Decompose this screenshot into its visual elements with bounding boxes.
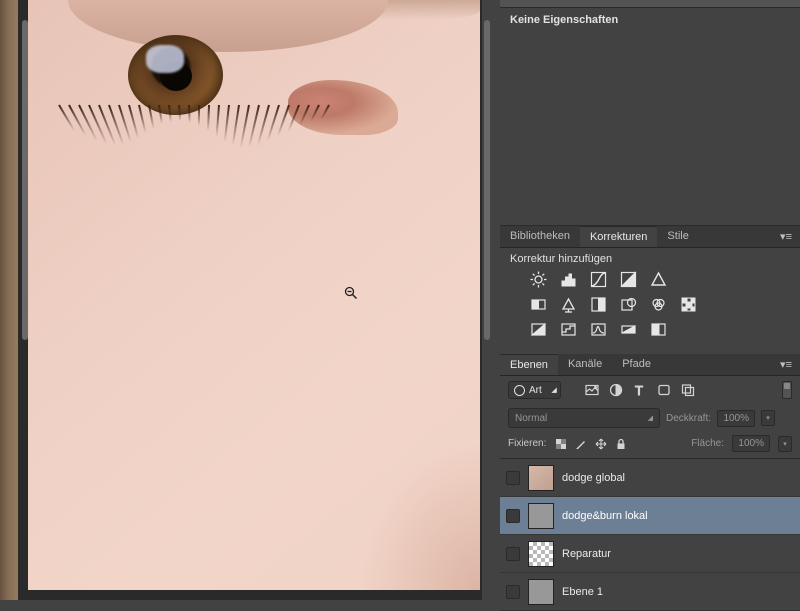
layer-row[interactable]: Reparatur [500,535,800,573]
nose-shadow [360,440,480,590]
color-balance-icon[interactable] [560,296,577,313]
layer-row[interactable]: dodge&burn lokal [500,497,800,535]
brightness-contrast-icon[interactable] [530,271,547,288]
properties-panel-tabs[interactable] [500,0,800,8]
blend-mode-value: Normal [515,413,547,424]
vibrance-icon[interactable] [650,271,667,288]
layers-panel: Ebenen Kanäle Pfade ▾≡ Art T Normal◢ Dec… [500,354,800,611]
layers-panel-menu-icon[interactable]: ▾≡ [772,354,800,375]
document-canvas-area [0,0,500,600]
tab-kanaele[interactable]: Kanäle [558,354,612,375]
visibility-toggle[interactable] [506,547,520,561]
blend-opacity-row: Normal◢ Deckkraft: 100% ▾ [500,404,800,432]
lock-position-icon[interactable] [594,437,607,450]
tab-stile[interactable]: Stile [657,226,698,247]
right-panel-column: Keine Eigenschaften Bibliotheken Korrekt… [500,0,800,600]
filter-smartobject-icon[interactable] [681,383,696,398]
invert-icon[interactable] [530,321,547,338]
layer-thumbnail[interactable] [528,503,554,529]
lock-label: Fixieren: [508,438,546,449]
threshold-icon[interactable] [590,321,607,338]
hue-saturation-icon[interactable] [530,296,547,313]
eye-region [28,0,348,170]
adjustments-panel: Bibliotheken Korrekturen Stile ▾≡ Korrek… [500,226,800,354]
layer-thumbnail[interactable] [528,579,554,605]
filter-kind-select[interactable]: Art [508,381,561,399]
layer-name-label[interactable]: Ebene 1 [562,586,603,598]
blend-mode-select[interactable]: Normal◢ [508,408,660,428]
filter-kind-value: Art [529,385,542,396]
exposure-icon[interactable] [620,271,637,288]
layers-filter-bar: Art T [500,376,800,404]
color-lookup-icon[interactable] [680,296,697,313]
layer-thumbnail[interactable] [528,541,554,567]
curves-icon[interactable] [590,271,607,288]
vertical-scrollbar-right[interactable] [484,20,490,340]
filter-shape-icon[interactable] [657,383,672,398]
selective-color-icon[interactable] [650,321,667,338]
panel-menu-icon[interactable]: ▾≡ [772,226,800,247]
canvas-image[interactable] [28,0,480,590]
layers-list: dodge global dodge&burn lokal Reparatur Ebe… [500,458,800,611]
visibility-toggle[interactable] [506,471,520,485]
lock-fill-row: Fixieren: Fläche: 100% ▾ [500,432,800,458]
add-adjustment-label: Korrektur hinzufügen [500,248,800,268]
fill-value[interactable]: 100% [732,435,770,452]
photo-filter-icon[interactable] [620,296,637,313]
tab-pfade[interactable]: Pfade [612,354,661,375]
visibility-toggle[interactable] [506,585,520,599]
layers-tabs: Ebenen Kanäle Pfade ▾≡ [500,354,800,376]
layer-row[interactable]: Ebene 1 [500,573,800,611]
no-properties-label: Keine Eigenschaften [500,8,800,32]
svg-text:T: T [635,383,643,397]
layer-name-label[interactable]: Reparatur [562,548,611,560]
adjustment-presets-grid [500,268,800,354]
gradient-map-icon[interactable] [620,321,637,338]
properties-panel: Keine Eigenschaften [500,0,800,226]
lock-transparency-icon[interactable] [554,437,567,450]
opacity-value[interactable]: 100% [717,410,755,427]
posterize-icon[interactable] [560,321,577,338]
properties-body [500,32,800,225]
filter-pixel-icon[interactable] [585,383,600,398]
visibility-toggle[interactable] [506,509,520,523]
adjacent-document-strip [0,0,18,600]
adjustments-tabs: Bibliotheken Korrekturen Stile ▾≡ [500,226,800,248]
zoom-out-cursor-icon [344,286,358,300]
filter-type-icon[interactable]: T [633,383,648,398]
tab-ebenen[interactable]: Ebenen [500,354,558,375]
layer-name-label[interactable]: dodge&burn lokal [562,510,648,522]
fill-label: Fläche: [691,438,724,449]
layer-row[interactable]: dodge global [500,459,800,497]
fill-dropdown-icon[interactable]: ▾ [778,436,792,452]
channel-mixer-icon[interactable] [650,296,667,313]
lock-pixels-icon[interactable] [574,437,587,450]
opacity-label: Deckkraft: [666,413,711,424]
layer-name-label[interactable]: dodge global [562,472,625,484]
levels-icon[interactable] [560,271,577,288]
black-white-icon[interactable] [590,296,607,313]
filter-toggle-switch[interactable] [782,381,792,399]
filter-adjustment-icon[interactable] [609,383,624,398]
opacity-dropdown-icon[interactable]: ▾ [761,410,775,426]
layer-thumbnail[interactable] [528,465,554,491]
lock-all-icon[interactable] [614,437,627,450]
tab-korrekturen[interactable]: Korrekturen [580,226,657,247]
vertical-scrollbar-left[interactable] [22,20,28,340]
tab-bibliotheken[interactable]: Bibliotheken [500,226,580,247]
